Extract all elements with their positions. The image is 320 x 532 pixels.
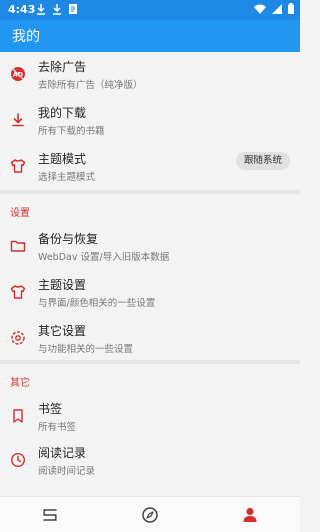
item-title: 主题模式 bbox=[38, 152, 87, 166]
tshirt-icon bbox=[10, 285, 26, 299]
file-icon bbox=[69, 4, 77, 14]
bottom-navigation bbox=[0, 496, 300, 532]
tshirt-icon bbox=[10, 159, 26, 173]
gear-icon bbox=[11, 331, 25, 345]
system-icons bbox=[254, 3, 294, 14]
list-item-theme-settings[interactable]: 主题设置 与界面/颜色相关的一些设置 bbox=[0, 270, 300, 314]
list-item-bookmarks[interactable]: 书签 所有书签 bbox=[0, 394, 300, 438]
compass-icon[interactable] bbox=[141, 506, 159, 524]
list-item-partial[interactable] bbox=[0, 484, 300, 496]
item-subtitle: 与界面/颜色相关的一些设置 bbox=[38, 298, 156, 309]
item-title: 书签 bbox=[38, 402, 63, 416]
section-header-other: 其它 bbox=[10, 378, 30, 389]
battery-icon bbox=[288, 3, 294, 14]
status-time: 4:43 bbox=[8, 3, 36, 16]
item-title: 阅读记录 bbox=[38, 446, 87, 460]
section-header-settings: 设置 bbox=[10, 208, 30, 219]
item-subtitle: WebDav 设置/导入旧版本数据 bbox=[38, 252, 170, 263]
section-divider bbox=[0, 360, 300, 364]
section-divider bbox=[0, 190, 300, 194]
item-subtitle: 所有下载的书籍 bbox=[38, 126, 105, 137]
list-item-theme-mode[interactable]: 主题模式 选择主题模式 跟随系统 bbox=[0, 144, 300, 188]
ad-off-icon: AD bbox=[11, 67, 25, 81]
bookmark-icon bbox=[13, 409, 23, 423]
folder-icon bbox=[10, 240, 26, 252]
download-icon bbox=[53, 4, 61, 15]
item-title: 其它设置 bbox=[38, 324, 87, 338]
item-title: 去除广告 bbox=[38, 60, 87, 74]
theme-mode-chip[interactable]: 跟随系统 bbox=[235, 152, 290, 170]
item-title: 备份与恢复 bbox=[38, 232, 99, 246]
app-bar: 我的 bbox=[0, 20, 300, 52]
item-title: 我的下载 bbox=[38, 106, 87, 120]
item-subtitle: 所有书签 bbox=[38, 422, 77, 433]
list-item-backup-restore[interactable]: 备份与恢复 WebDav 设置/导入旧版本数据 bbox=[0, 224, 300, 268]
clock-icon bbox=[10, 452, 26, 468]
settings-list[interactable]: AD 去除广告 去除所有广告（纯净版） 我的下载 所有下载的书籍 主题模式 选择… bbox=[0, 52, 300, 496]
download-icon bbox=[12, 113, 24, 127]
list-item-downloads[interactable]: 我的下载 所有下载的书籍 bbox=[0, 98, 300, 142]
notification-icons bbox=[36, 3, 78, 15]
item-subtitle: 去除所有广告（纯净版） bbox=[38, 80, 143, 91]
item-subtitle: 与功能相关的一些设置 bbox=[38, 344, 134, 355]
bookshelf-icon[interactable] bbox=[41, 506, 59, 524]
list-item-remove-ads[interactable]: AD 去除广告 去除所有广告（纯净版） bbox=[0, 52, 300, 96]
page-title: 我的 bbox=[12, 29, 40, 45]
person-icon[interactable] bbox=[241, 506, 259, 524]
item-subtitle: 阅读时间记录 bbox=[38, 466, 96, 477]
signal-icon bbox=[272, 3, 282, 14]
list-item-reading-history[interactable]: 阅读记录 阅读时间记录 bbox=[0, 438, 300, 482]
item-title: 主题设置 bbox=[38, 278, 87, 292]
list-item-other-settings[interactable]: 其它设置 与功能相关的一些设置 bbox=[0, 316, 300, 360]
status-bar: 4:43 bbox=[0, 0, 300, 20]
download-icon bbox=[37, 4, 45, 15]
item-subtitle: 选择主题模式 bbox=[38, 172, 96, 183]
wifi-icon bbox=[254, 4, 266, 14]
